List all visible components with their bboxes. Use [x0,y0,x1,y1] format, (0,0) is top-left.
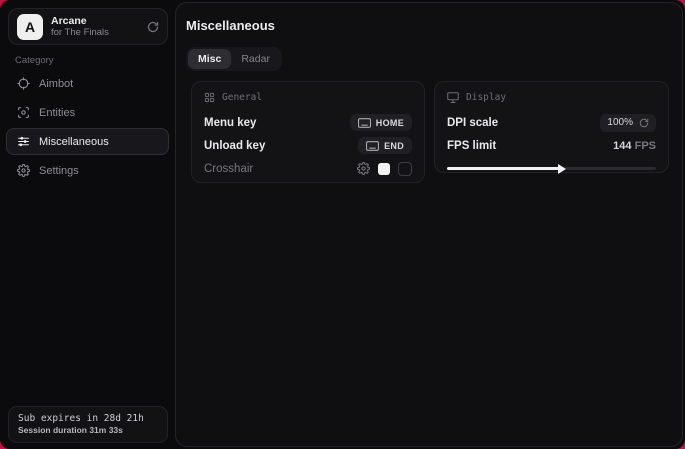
sidebar-item-label: Entities [39,107,75,119]
page-title: Miscellaneous [186,18,275,33]
grid-icon [204,92,215,103]
tab-bar: Misc Radar [186,47,282,71]
unload-key-row: Unload key END [204,134,412,157]
unload-key-bind-button[interactable]: END [358,137,412,154]
menu-key-row: Menu key HOME [204,111,412,134]
sliders-icon [16,135,30,149]
general-card-title: General [222,92,262,103]
dpi-scale-row: DPI scale 100% [447,111,656,134]
subscription-box: Sub expires in 28d 21h Session duration … [8,406,168,443]
crosshair-label: Crosshair [204,163,253,175]
crosshair-color-swatch[interactable] [378,163,390,175]
general-card: General Menu key HOME Unload key [191,81,425,183]
fps-limit-value: 144 FPS [613,140,656,152]
fps-limit-label: FPS limit [447,140,496,152]
crosshair-row: Crosshair [204,157,412,180]
sidebar-item-aimbot[interactable]: Aimbot [6,70,169,97]
tab-misc[interactable]: Misc [188,49,231,69]
scan-icon [16,106,30,120]
category-label: Category [15,55,54,66]
unload-key-label: Unload key [204,140,265,152]
display-card: Display DPI scale 100% FPS limit 144 [434,81,669,173]
unload-key-value: END [384,141,404,151]
sidebar-nav: Aimbot Entities Miscellaneous [6,70,169,186]
app-window: A Arcane for The Finals Category Aimbot [0,0,685,449]
crosshair-icon [16,77,30,91]
menu-key-value: HOME [376,118,404,128]
keyboard-icon [358,118,371,128]
dpi-scale-value: 100% [607,117,633,128]
app-logo: A [17,14,43,40]
sidebar-item-miscellaneous[interactable]: Miscellaneous [6,128,169,155]
crosshair-settings-gear-icon[interactable] [357,162,370,175]
menu-key-bind-button[interactable]: HOME [350,114,412,131]
dpi-scale-label: DPI scale [447,117,498,129]
tab-radar[interactable]: Radar [231,49,280,69]
session-duration-text: Session duration 31m 33s [18,425,158,436]
app-name: Arcane [51,15,147,27]
fps-limit-row: FPS limit 144 FPS [447,134,656,157]
sidebar: A Arcane for The Finals Category Aimbot [0,0,175,449]
dpi-scale-control[interactable]: 100% [600,114,656,132]
fps-slider[interactable] [447,163,656,173]
sidebar-item-label: Miscellaneous [39,136,109,148]
sidebar-item-label: Aimbot [39,78,73,90]
sidebar-item-settings[interactable]: Settings [6,157,169,184]
refresh-icon[interactable] [147,21,159,33]
keyboard-icon [366,141,379,151]
menu-key-label: Menu key [204,117,256,129]
sub-expires-text: Sub expires in 28d 21h [18,413,158,425]
gear-icon [16,164,30,178]
crosshair-checkbox[interactable] [398,162,412,176]
app-subtitle: for The Finals [51,27,147,38]
monitor-icon [447,92,459,103]
fps-slider-fill [447,167,562,170]
display-card-title: Display [466,92,506,103]
sidebar-item-entities[interactable]: Entities [6,99,169,126]
main-panel: Miscellaneous Misc Radar General Menu ke… [175,2,683,447]
fps-slider-thumb[interactable] [558,164,566,174]
logo-card: A Arcane for The Finals [8,8,168,45]
sidebar-item-label: Settings [39,165,79,177]
rotate-icon [639,118,649,128]
